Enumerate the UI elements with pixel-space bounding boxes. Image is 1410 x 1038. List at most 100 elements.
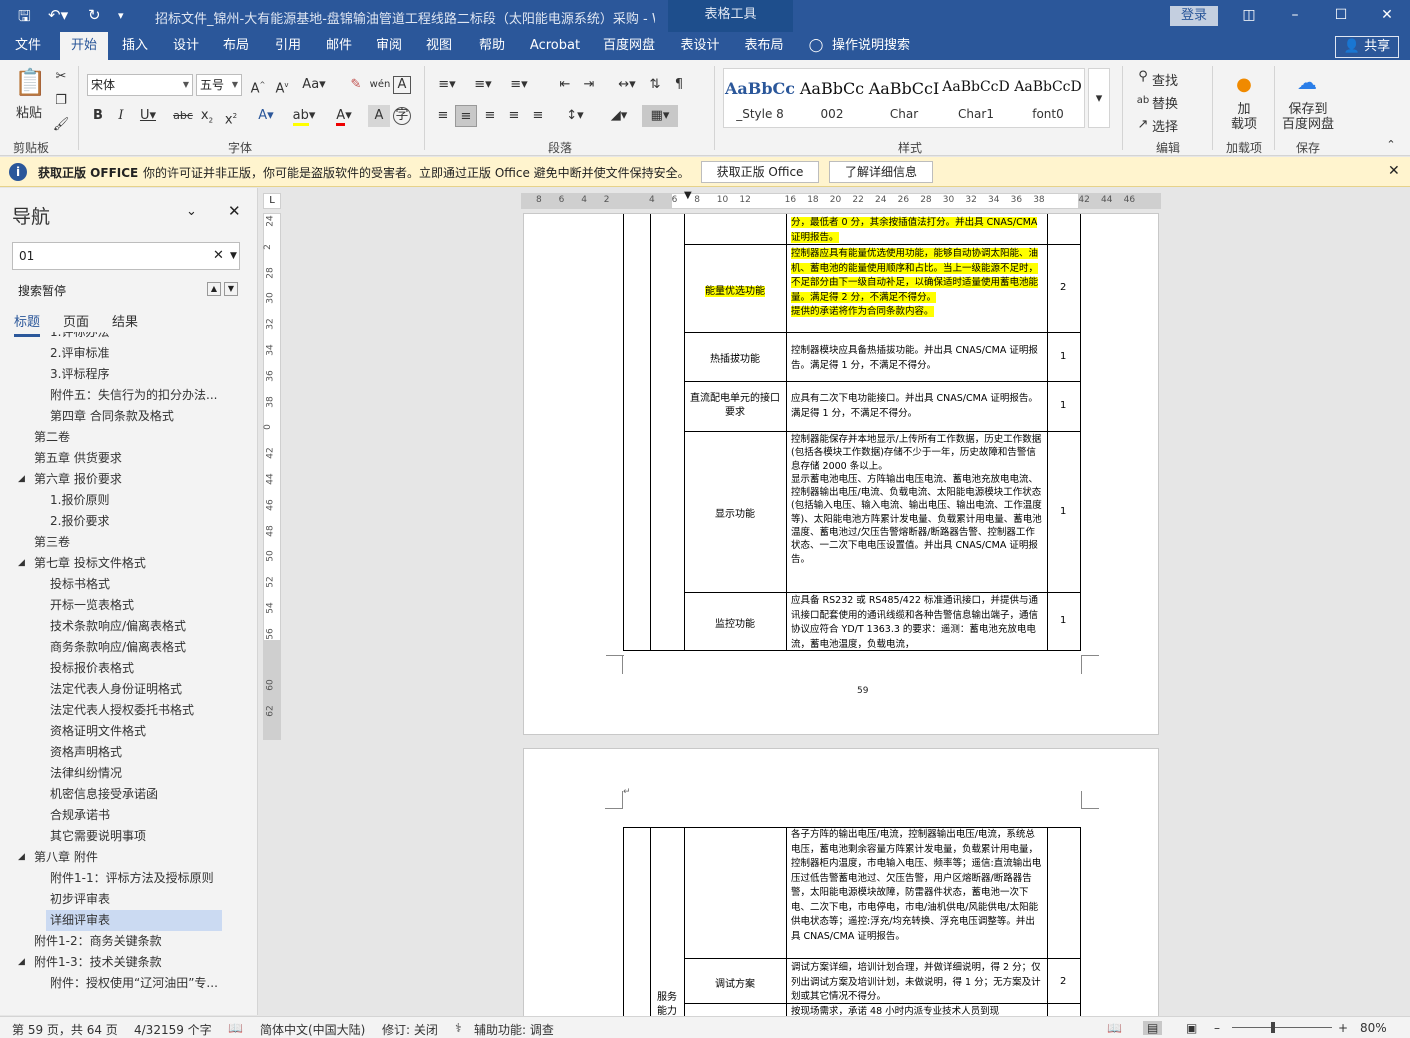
find-button[interactable]: 查找 [1152,70,1178,89]
accessibility-icon[interactable]: ⚕ [455,1021,462,1035]
tab-home[interactable]: 开始 [60,32,108,60]
nav-heading-item[interactable]: 附件：授权使用“辽河油田”专... [46,973,222,994]
tab-review[interactable]: 审阅 [368,32,410,60]
zoom-slider[interactable] [1232,1027,1332,1028]
page-count-status[interactable]: 第 59 页，共 64 页 [12,1021,118,1038]
nav-heading-item[interactable]: 法律纠纷情况 [46,763,222,784]
tab-mailings[interactable]: 邮件 [318,32,360,60]
save-to-baidu-button[interactable]: 保存到 百度网盘 [1280,102,1336,132]
nav-search-input[interactable]: 01 ✕ ▼ [12,242,240,270]
nav-heading-item[interactable]: 第五章 供货要求 [30,448,222,469]
align-center-icon[interactable]: ≡ [455,105,477,127]
clear-search-icon[interactable]: ✕ [213,243,224,269]
font-name-select[interactable]: 宋体 ▼ [87,74,193,96]
tab-insert[interactable]: 插入 [114,32,156,60]
nav-tab-pages[interactable]: 页面 [63,311,89,330]
tab-table-design[interactable]: 表设计 [672,32,728,60]
tab-references[interactable]: 引用 [266,32,310,60]
tab-acrobat[interactable]: Acrobat [524,32,586,60]
nav-heading-item[interactable]: 第八章 附件 [30,847,222,868]
zoom-level[interactable]: 80% [1360,1021,1387,1035]
nav-heading-item[interactable]: 法定代表人身份证明格式 [46,679,222,700]
line-spacing-icon[interactable]: ↕▾ [560,105,590,127]
previous-result-icon[interactable]: ▲ [207,282,221,296]
language-status[interactable]: 简体中文(中国大陆) [260,1021,365,1038]
print-layout-icon[interactable]: ▤ [1143,1021,1163,1035]
text-effects-icon[interactable]: A▾ [252,105,280,127]
tab-baidu-netdisk[interactable]: 百度网盘 [596,32,662,60]
align-left-icon[interactable]: ≡ [432,105,454,127]
replace-button[interactable]: 替换 [1152,93,1178,112]
nav-heading-item[interactable]: 第六章 报价要求 [30,469,222,490]
word-count-status[interactable]: 4/32159 个字 [134,1021,212,1038]
nav-heading-item[interactable]: 机密信息接受承诺函 [46,784,222,805]
minimize-icon[interactable]: – [1280,4,1310,28]
nav-heading-item[interactable]: 第三卷 [30,532,222,553]
track-changes-status[interactable]: 修订: 关闭 [382,1021,438,1038]
learn-more-button[interactable]: 了解详细信息 [829,161,933,183]
nav-heading-item[interactable]: 附件1-3：技术关键条款 [30,952,222,973]
paste-button[interactable]: 粘贴 [12,102,46,121]
nav-heading-item[interactable]: 3.评标程序 [46,364,222,385]
customize-qat-icon[interactable]: ▾ [118,9,124,22]
expand-arrow-icon[interactable]: ◢ [18,469,30,490]
zoom-slider-thumb[interactable] [1271,1022,1275,1033]
character-shading-icon[interactable]: A [368,105,390,127]
proofing-icon[interactable]: 📖 [228,1021,243,1035]
select-button[interactable]: 选择 [1152,116,1178,135]
cut-icon[interactable]: ✂ [50,66,72,88]
undo-icon[interactable]: ↶▾ [48,6,68,24]
nav-heading-item[interactable]: 详细评审表 [46,910,222,931]
format-painter-icon[interactable]: 🖌 [50,114,72,136]
tab-file[interactable]: 文件 [6,32,50,60]
tab-table-layout[interactable]: 表布局 [736,32,792,60]
nav-heading-item[interactable]: 2.报价要求 [46,511,222,532]
align-right-icon[interactable]: ≡ [479,105,501,127]
tell-me-search[interactable]: 操作说明搜索 [832,32,916,60]
nav-heading-item[interactable]: 法定代表人授权委托书格式 [46,700,222,721]
redo-icon[interactable]: ↻ [88,6,101,24]
zoom-in-icon[interactable]: + [1338,1021,1348,1035]
collapse-ribbon-icon[interactable]: ⌃ [1380,134,1402,156]
expand-arrow-icon[interactable]: ◢ [18,553,30,574]
style-item[interactable]: AaBbCc _Style 8 [724,69,796,129]
font-size-select[interactable]: 五号 ▼ [196,74,242,96]
nav-tab-results[interactable]: 结果 [112,311,138,330]
sort-icon[interactable]: ⇅ [644,74,666,96]
style-item[interactable]: AaBbCc 002 [796,69,868,129]
share-button[interactable]: 👤 共享 [1335,36,1399,58]
vertical-ruler[interactable]: 24 2 28 30 32 34 36 38 0 42 44 46 48 50 52 54 56 60 62 [263,213,281,740]
save-icon[interactable]: 🖫 [18,6,31,31]
nav-options-icon[interactable]: ⌄ [186,204,197,219]
shrink-font-icon[interactable]: Av [271,74,293,96]
horizontal-ruler[interactable]: ▼ 8 6 4 2 4 6 8 10 12 16 18 20 22 24 26 28 30 32 34 36 38 42 4… [521,190,1161,209]
tab-view[interactable]: 视图 [418,32,460,60]
bold-icon[interactable]: B [87,105,109,127]
tab-help[interactable]: 帮助 [470,32,514,60]
decrease-indent-icon[interactable]: ⇤ [554,74,576,96]
zoom-out-icon[interactable]: – [1214,1021,1220,1035]
clear-formatting-icon[interactable]: ✎ [345,74,367,96]
nav-heading-item[interactable]: 2.评审标准 [46,343,222,364]
highlight-icon[interactable]: ab▾ [290,105,318,127]
nav-heading-item[interactable]: 资格声明格式 [46,742,222,763]
addins-button[interactable]: 加 载项 [1226,102,1262,132]
nav-heading-item[interactable]: 投标书格式 [46,574,222,595]
nav-heading-item[interactable]: 其它需要说明事项 [46,826,222,847]
style-item[interactable]: AaBbCcD Char1 [940,69,1012,129]
nav-heading-item[interactable]: 第四章 合同条款及格式 [46,406,222,427]
grow-font-icon[interactable]: A^ [247,74,269,96]
distributed-icon[interactable]: ≡ [527,105,549,127]
phonetic-guide-icon[interactable]: wén [369,74,391,96]
subscript-icon[interactable]: x2 [196,105,218,127]
expand-arrow-icon[interactable]: ◢ [18,952,30,973]
numbering-icon[interactable]: ≡▾ [468,74,498,96]
read-mode-icon[interactable]: 📖 [1107,1021,1122,1035]
style-item[interactable]: AaBbCcD font0 [1012,69,1084,129]
login-button[interactable]: 登录 [1170,6,1218,26]
indent-marker-icon[interactable]: ▼ [684,190,692,201]
strikethrough-icon[interactable]: abc [172,105,194,127]
shading-icon[interactable]: ◢▾ [604,105,634,127]
italic-icon[interactable]: I [110,105,132,127]
ribbon-display-options-icon[interactable]: ◫ [1234,4,1264,28]
